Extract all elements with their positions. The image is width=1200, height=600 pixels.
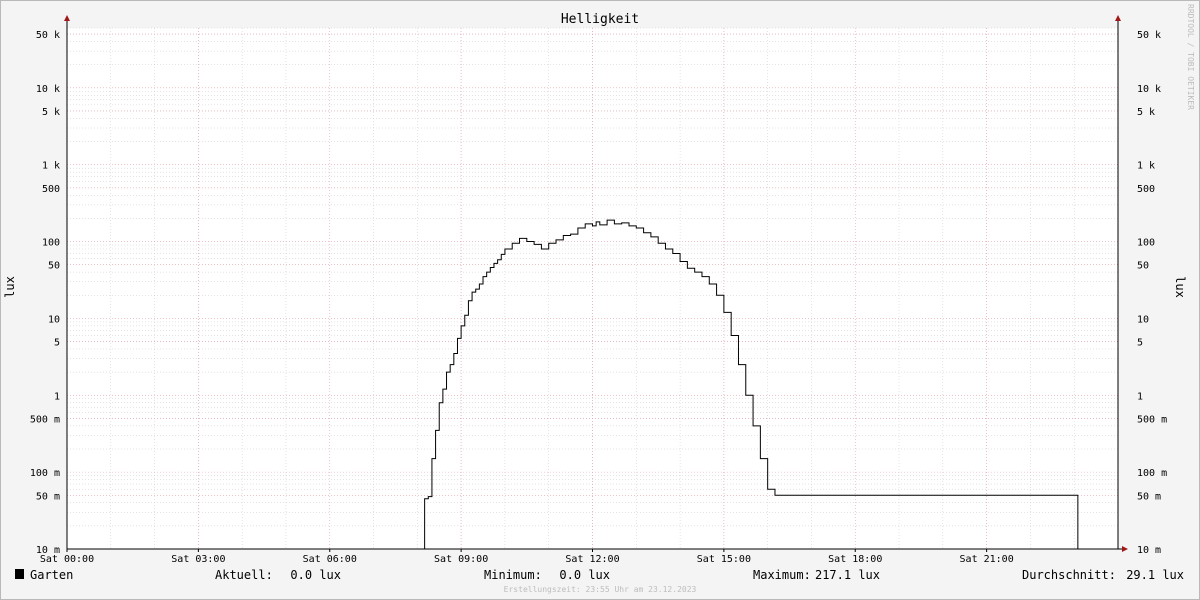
watermark: RRDTOOL / TOBI OETIKER [1186, 4, 1195, 110]
y-tick-label-right: 50 m [1137, 491, 1161, 502]
x-tick-label: Sat 06:00 [303, 554, 357, 565]
legend-avg-label: Durchschnitt: [1022, 568, 1116, 582]
y-tick-label-left: 50 [48, 261, 60, 272]
y-tick-label-right: 100 [1137, 238, 1155, 249]
legend-max-label: Maximum: [753, 568, 811, 582]
y-tick-label-right: 500 m [1137, 414, 1167, 425]
x-tick-label: Sat 03:00 [171, 554, 225, 565]
y-tick-label-right: 500 [1137, 184, 1155, 195]
legend-current-value: 0.0 lux [290, 568, 341, 582]
y-tick-label-right: 10 [1137, 314, 1149, 325]
legend-swatch-garten [15, 569, 24, 579]
y-axis-right-arrow [1115, 15, 1121, 21]
y-tick-label-left: 1 k [42, 161, 60, 172]
y-tick-label-left: 5 k [42, 107, 60, 118]
y-tick-label-left: 10 k [36, 84, 60, 95]
y-tick-label-right: 1 k [1137, 161, 1155, 172]
y-axis-label-left: lux [3, 276, 17, 298]
x-tick-label: Sat 12:00 [565, 554, 619, 565]
y-tick-label-left: 5 [54, 338, 60, 349]
y-axis-label-right: lux [1173, 276, 1187, 298]
y-tick-label-left: 1 [54, 391, 60, 402]
y-tick-label-left: 100 m [30, 468, 60, 479]
y-tick-label-right: 1 [1137, 391, 1143, 402]
legend-min-label: Minimum: [484, 568, 542, 582]
creation-time-footer: Erstellungszeit: 23:55 Uhr am 23.12.2023 [504, 585, 697, 594]
y-tick-label-right: 10 k [1137, 84, 1161, 95]
x-tick-label: Sat 18:00 [828, 554, 882, 565]
legend-min-value: 0.0 lux [559, 568, 610, 582]
y-tick-label-left: 500 m [30, 414, 60, 425]
y-tick-label-left: 10 [48, 314, 60, 325]
legend-current-label: Aktuell: [215, 568, 273, 582]
y-axis-left-arrow [64, 15, 70, 21]
y-tick-label-right: 5 [1137, 338, 1143, 349]
x-tick-label: Sat 00:00 [40, 554, 94, 565]
x-tick-label: Sat 09:00 [434, 554, 488, 565]
x-tick-label: Sat 21:00 [960, 554, 1014, 565]
chart-title: Helligkeit [561, 12, 639, 27]
x-axis-arrow [1122, 546, 1128, 552]
legend-avg-value: 29.1 lux [1126, 568, 1184, 582]
y-tick-label-left: 500 [42, 184, 60, 195]
y-tick-label-left: 100 [42, 238, 60, 249]
legend-series-label: Garten [30, 568, 73, 582]
y-tick-label-left: 50 m [36, 491, 60, 502]
legend-max-value: 217.1 lux [815, 568, 880, 582]
chart-svg: 50 k 50 k10 k 10 k5 k5 k1 k1 k500 500100 100… [3, 4, 1195, 594]
y-tick-label-right: 100 m [1137, 468, 1167, 479]
y-tick-label-left: 50 k [36, 30, 60, 41]
x-tick-label: Sat 15:00 [697, 554, 751, 565]
y-tick-label-right: 50 k [1137, 30, 1161, 41]
y-tick-label-right: 10 m [1137, 545, 1161, 556]
y-tick-label-right: 50 [1137, 261, 1149, 272]
y-tick-label-right: 5 k [1137, 107, 1155, 118]
